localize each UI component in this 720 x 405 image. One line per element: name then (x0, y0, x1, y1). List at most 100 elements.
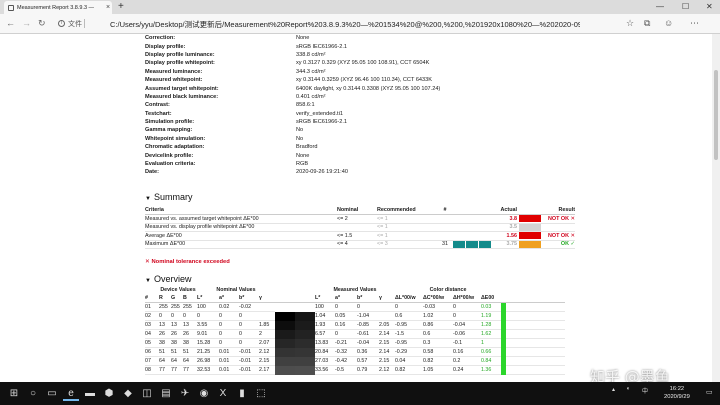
overview-cell: 0 (239, 322, 242, 328)
new-tab-button[interactable]: + (118, 1, 124, 13)
overview-cell: -0.01 (239, 349, 252, 355)
group-nominal: Nominal Values (216, 287, 256, 293)
address-bar: ← → ↻ i 文件 C:/Users/yyu/Desktop/测试更新后/Me… (0, 14, 720, 34)
app-icon[interactable]: ◫ (139, 386, 155, 401)
network-icon[interactable]: ▴ (612, 386, 615, 393)
overview-cell: 64 (171, 358, 177, 364)
info-row: Chromatic adaptation: Bradford (145, 143, 440, 151)
nominal-swatch (275, 302, 295, 312)
edge-icon[interactable]: e (63, 386, 79, 401)
overview-cell: 02 (145, 313, 151, 319)
tolerance-warning: ✕ Nominal tolerance exceeded (145, 259, 230, 265)
app-icon[interactable]: ⬢ (101, 386, 117, 401)
collapse-icon: ▼ (145, 278, 151, 284)
overview-cell: 0.82 (423, 358, 434, 364)
app-icon[interactable]: ⬚ (253, 386, 269, 401)
explorer-icon[interactable]: ▬ (82, 386, 98, 401)
overview-cell: 3.55 (197, 322, 208, 328)
overview-cell: 32.53 (197, 367, 211, 373)
info-key: Devicelink profile: (145, 152, 194, 159)
collections-icon[interactable]: ⧉ (644, 18, 650, 29)
overview-cell: 0 (335, 331, 338, 337)
app-icon[interactable]: ◆ (120, 386, 136, 401)
terminal-icon[interactable]: ▮ (234, 386, 250, 401)
profile-icon[interactable]: ☺ (664, 18, 673, 29)
excel-icon[interactable]: X (215, 386, 231, 401)
info-row: Testchart: verify_extended.ti1 (145, 110, 440, 118)
info-key: Simulation profile: (145, 119, 195, 126)
actual-cell: 3.5 (509, 224, 518, 231)
nominal-swatch (275, 311, 295, 321)
nominal-swatch (275, 338, 295, 348)
more-icon[interactable]: ⋯ (690, 18, 699, 29)
overview-col-header: a* (335, 295, 341, 301)
notification-icon[interactable]: ▭ (706, 388, 713, 396)
overview-cell: -0.03 (423, 304, 436, 310)
app-icon[interactable]: ◉ (196, 386, 212, 401)
ime-indicator[interactable]: 中 (642, 386, 648, 395)
windows-start-icon[interactable]: ⊞ (6, 386, 22, 401)
app-icon[interactable]: ✈ (177, 386, 193, 401)
task-view-icon[interactable]: ▭ (44, 386, 60, 401)
search-icon[interactable]: ○ (25, 386, 41, 401)
summary-heading-label: Summary (153, 192, 193, 202)
info-row: Measured whitepoint: xy 0.3144 0.3259 (XY… (145, 76, 440, 84)
info-row: Devicelink profile: None (145, 151, 440, 159)
measured-swatch (295, 311, 315, 321)
overview-col-header: γ (379, 295, 382, 301)
overview-cell: 13 (159, 322, 165, 328)
overview-cell: 05 (145, 340, 151, 346)
overview-col-header: B (183, 295, 187, 301)
forward-icon[interactable]: → (22, 18, 31, 29)
delta-bar (501, 329, 506, 339)
result-cell: NOT OK ✕ (548, 232, 575, 239)
overview-col-header: # (145, 295, 148, 301)
overview-cell: 1.36 (481, 367, 492, 373)
overview-cell: 0.36 (357, 349, 368, 355)
overview-cell: 77 (171, 367, 177, 373)
info-icon[interactable]: i (58, 20, 65, 27)
overview-cell: 0 (197, 313, 200, 319)
info-value: 0.401 cd/m² (296, 93, 326, 100)
summary-heading[interactable]: ▼ Summary (145, 192, 192, 202)
info-key: Display profile whitepoint: (145, 60, 215, 67)
overview-cell: 13 (183, 322, 189, 328)
info-key: Assumed target whitepoint: (145, 85, 219, 92)
info-value: None (296, 35, 310, 42)
summary-row: Average ΔE*00 <= 1.5 <= 1 1.56 NOT OK ✕ (145, 232, 575, 241)
overview-cell: 2 (259, 331, 262, 337)
info-row: Measured luminance: 344.3 cd/m² (145, 68, 440, 76)
url-input[interactable]: C:/Users/yyu/Desktop/测试更新后/Measurement%2… (110, 19, 580, 30)
delta-bar (501, 338, 506, 348)
info-row: Simulation profile: sRGB IEC61966-2.1 (145, 118, 440, 126)
group-device: Device Values (160, 287, 196, 293)
overview-cell: 0.57 (357, 358, 368, 364)
volume-icon[interactable]: ◖ (626, 386, 630, 392)
tab-close-icon[interactable]: × (106, 4, 110, 11)
minimize-icon[interactable]: — (656, 1, 664, 12)
overview-cell: 0 (239, 313, 242, 319)
info-value: xy 0.3144 0.3259 (XYZ 96.46 100 110.34),… (296, 77, 432, 84)
scrollbar-thumb[interactable] (714, 70, 718, 160)
refresh-icon[interactable]: ↻ (38, 18, 46, 29)
overview-cell: 9.01 (197, 331, 208, 337)
back-icon[interactable]: ← (6, 18, 15, 29)
overview-cell: 38 (183, 340, 189, 346)
overview-cell: -0.06 (453, 331, 466, 337)
overview-cell: 33.56 (315, 367, 329, 373)
maximize-icon[interactable]: ☐ (682, 1, 689, 12)
clock[interactable]: 16:22 2020/9/29 (664, 385, 690, 401)
close-window-icon[interactable]: ✕ (706, 1, 713, 12)
overview-heading[interactable]: ▼ Overview (145, 274, 191, 284)
info-row: Display profile: sRGB IEC61966-2.1 (145, 42, 440, 50)
app-icon[interactable]: ▤ (158, 386, 174, 401)
overview-cell: 0.24 (453, 367, 464, 373)
delta-bar (501, 320, 506, 330)
overview-cell: 2.14 (379, 331, 390, 337)
delta-bar (501, 365, 506, 375)
star-icon[interactable]: ☆ (626, 18, 634, 29)
collapse-icon: ▼ (145, 196, 151, 202)
col-bar (519, 207, 541, 214)
browser-tab[interactable]: Measurement Report 3.8.9.3 — × (4, 1, 112, 14)
overview-cell: 255 (159, 304, 168, 310)
